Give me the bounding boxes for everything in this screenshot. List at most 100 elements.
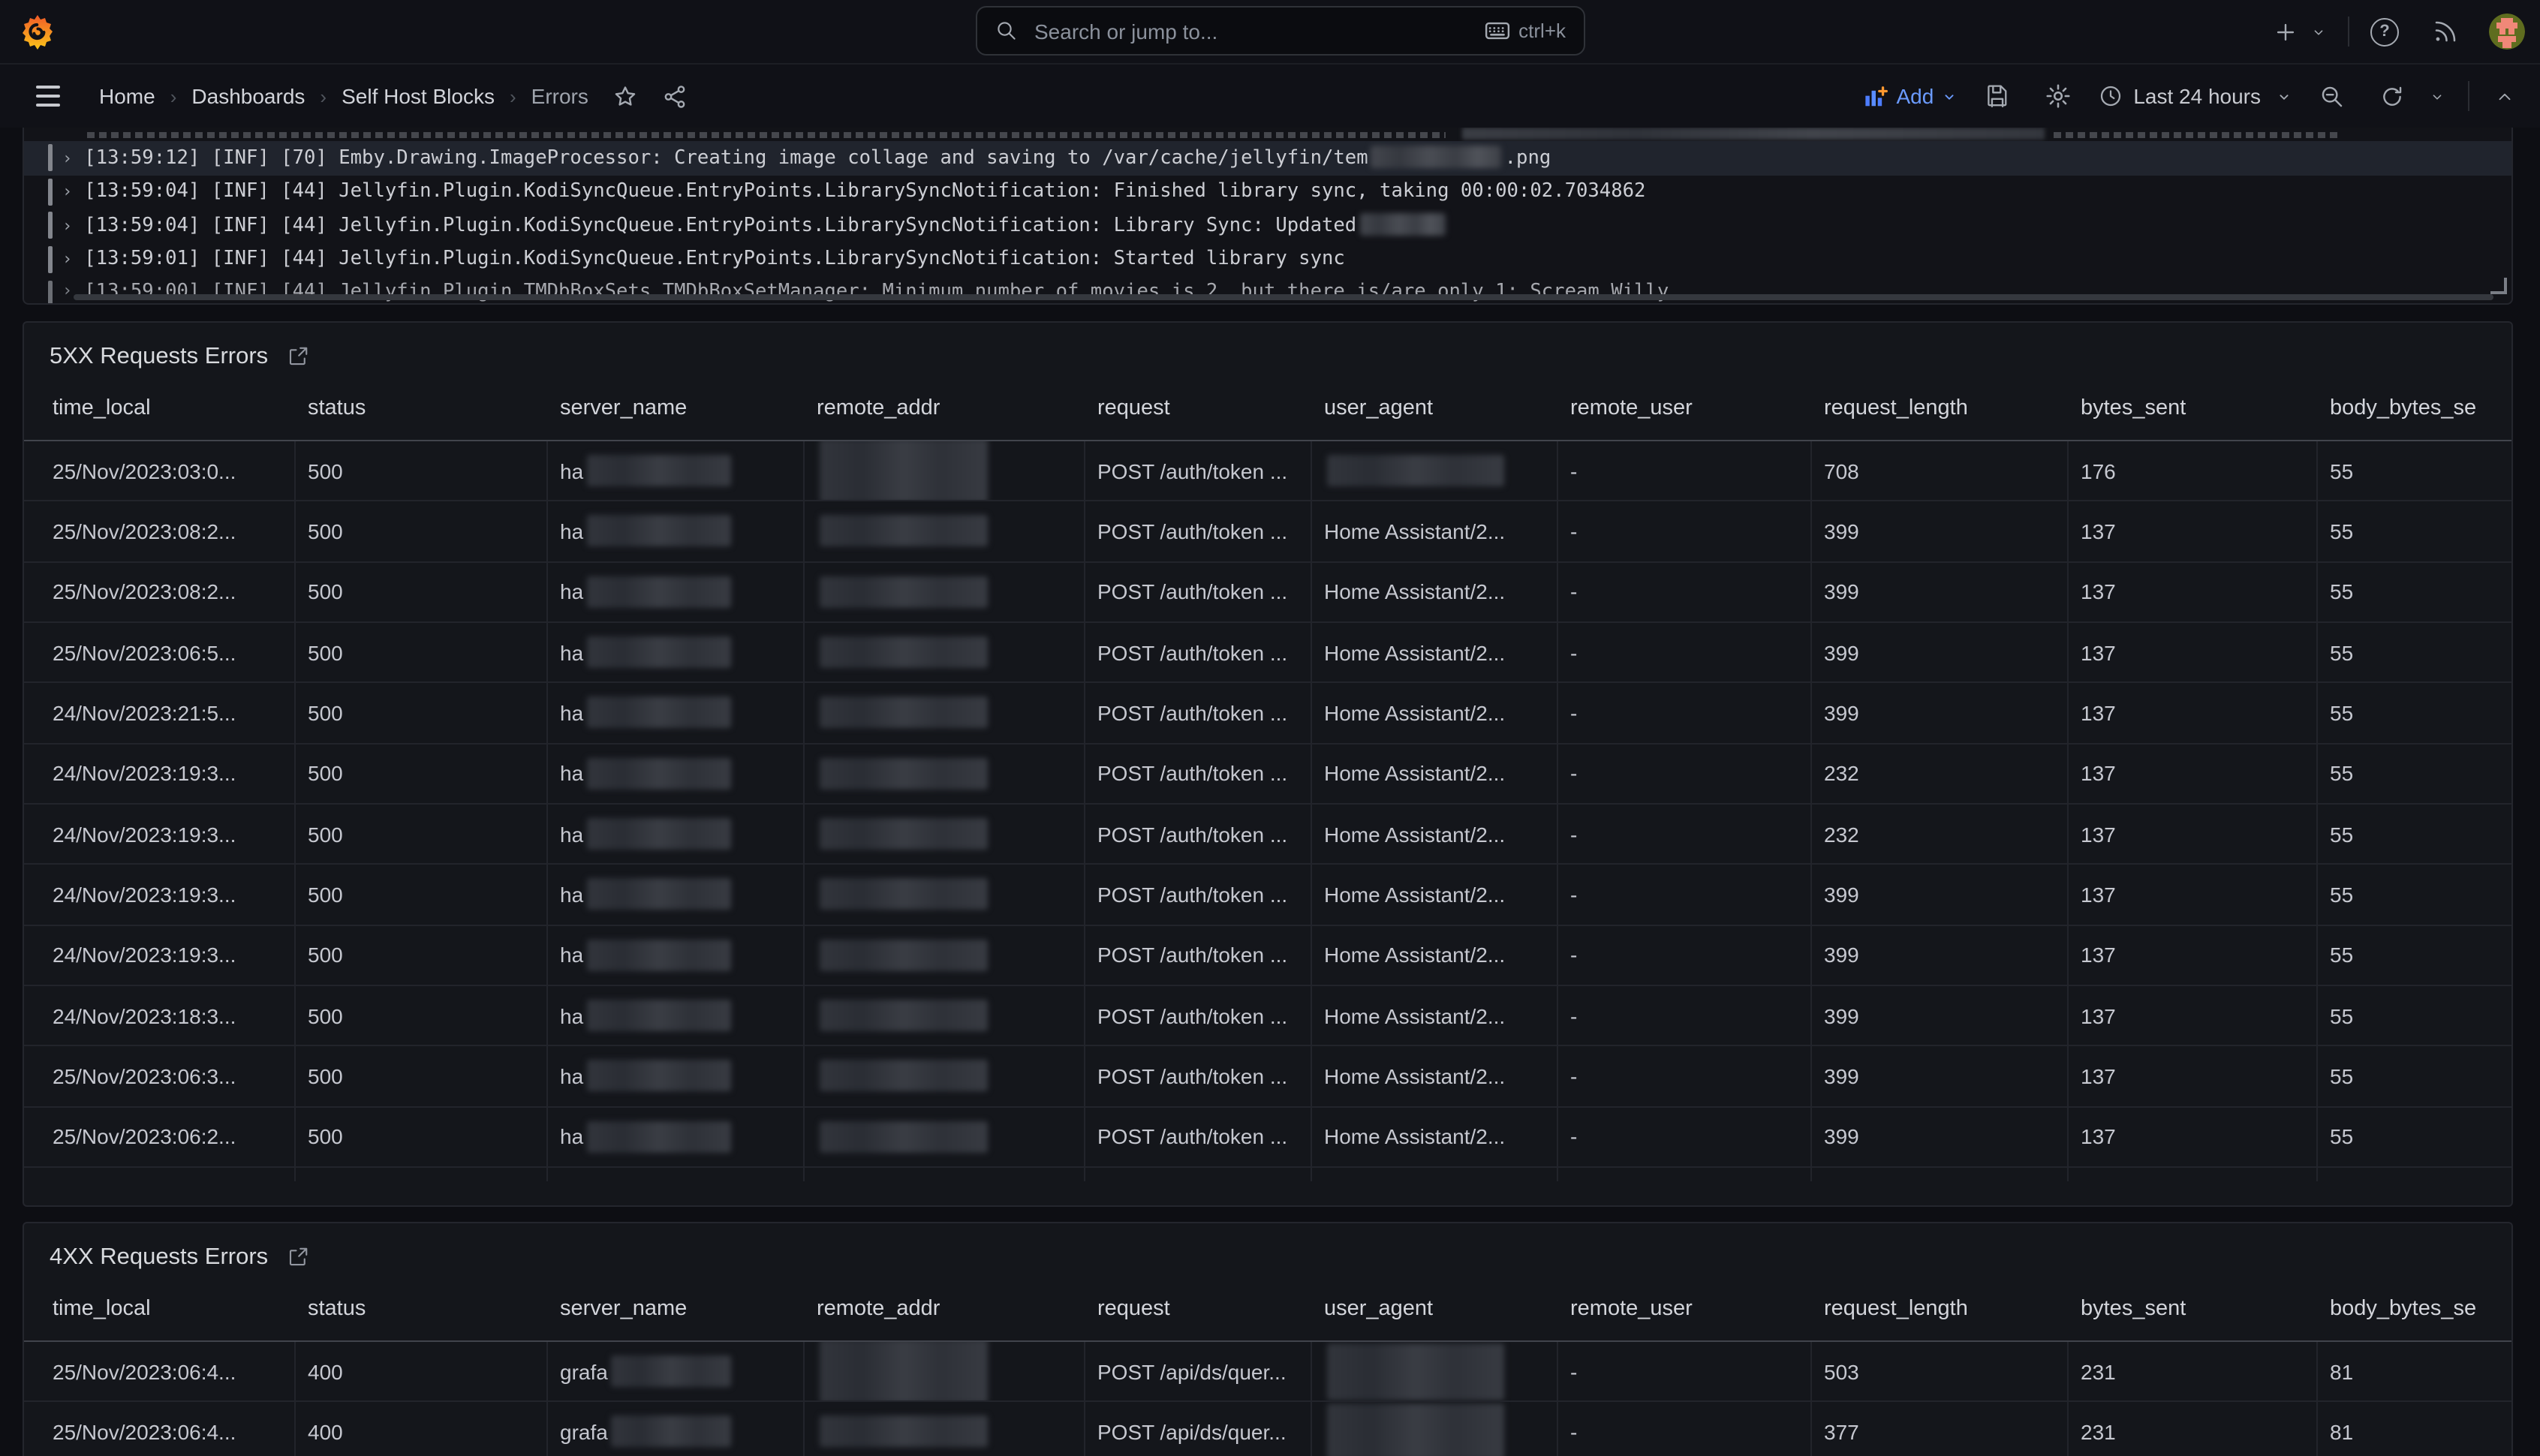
column-header-request_length[interactable]: request_length <box>1812 1297 2069 1321</box>
log-expand-chevron-icon[interactable]: › <box>62 216 72 236</box>
cell-user_agent: Home Assistant/2... <box>1312 925 1558 985</box>
breadcrumb-item-self-host-blocks[interactable]: Self Host Blocks <box>342 84 495 108</box>
grafana-logo[interactable] <box>20 14 56 50</box>
menu-toggle[interactable] <box>30 80 66 113</box>
table-row: 25/Nov/2023:06:4...400grafaPOST /api/ds/… <box>24 1342 2511 1403</box>
cell-bytes_sent: 137 <box>2069 925 2318 985</box>
favorite-star-button[interactable] <box>612 83 638 109</box>
log-expand-chevron-icon[interactable]: › <box>62 281 72 300</box>
column-header-server_name[interactable]: server_name <box>548 1297 805 1321</box>
time-range-picker[interactable]: Last 24 hours <box>2099 84 2292 108</box>
cell-server_name: grafa <box>548 1342 805 1401</box>
table-row: 24/Nov/2023:21:5...500haPOST /auth/token… <box>24 684 2511 745</box>
save-dashboard-button[interactable] <box>1977 76 2018 116</box>
breadcrumb-item-home[interactable]: Home <box>99 84 155 108</box>
search-shortcut: ctrl+k <box>1484 20 1566 42</box>
column-header-status[interactable]: status <box>296 396 548 420</box>
search-icon <box>995 20 1018 42</box>
cell-user_agent: Home Assistant/2... <box>1312 684 1558 743</box>
log-row[interactable]: › [13:59:04] [INF] [44] Jellyfin.Plugin.K… <box>24 175 2511 209</box>
new-button[interactable] <box>2267 13 2304 50</box>
cell-user_agent: Home Assistant/2... <box>1312 805 1558 864</box>
topbar-actions: ? <box>2267 0 2525 63</box>
cell-remote_user: - <box>1558 1403 1812 1456</box>
column-header-server_name[interactable]: server_name <box>548 396 805 420</box>
redacted-block <box>820 879 988 910</box>
log-row[interactable]: ›[13:59:04] [INF] [44] Jellyfin.Plugin.K… <box>24 209 2511 242</box>
external-link-icon[interactable] <box>286 345 308 368</box>
column-header-remote_user[interactable]: remote_user <box>1558 1297 1812 1321</box>
zoom-out-time-button[interactable] <box>2312 76 2352 116</box>
refresh-button[interactable] <box>2372 76 2412 116</box>
new-menu-caret[interactable] <box>2304 17 2333 46</box>
column-header-remote_addr[interactable]: remote_addr <box>805 1297 1085 1321</box>
cell-user_agent: Home Assistant/2... <box>1312 986 1558 1045</box>
top-bar: ctrl+k ? <box>0 0 2540 63</box>
cell-time_local: 24/Nov/2023:19:3... <box>24 865 296 925</box>
column-header-user_agent[interactable]: user_agent <box>1312 1297 1558 1321</box>
cell-server_name: ha <box>548 441 805 501</box>
log-line-text: .png <box>1505 147 1551 170</box>
share-button[interactable] <box>662 83 688 109</box>
log-expand-chevron-icon[interactable]: › <box>62 182 72 202</box>
refresh-interval-caret[interactable] <box>2421 80 2453 112</box>
user-avatar[interactable] <box>2489 14 2525 50</box>
dashboard-settings-button[interactable] <box>2037 75 2079 117</box>
panel-title[interactable]: 5XX Requests Errors <box>50 343 268 370</box>
cell-request: POST /auth/token ... <box>1085 986 1312 1045</box>
log-row[interactable]: ›[13:59:00] [INF] [44] Jellyfin.Plugin.T… <box>24 276 2511 305</box>
column-header-bytes_sent[interactable]: bytes_sent <box>2069 1297 2318 1321</box>
log-line-text: [13:59:04] [INF] [44] Jellyfin.Plugin.Ko… <box>84 181 1645 203</box>
refresh-icon <box>2379 83 2405 109</box>
topbar-divider <box>2348 17 2349 47</box>
stub-cell <box>296 1168 548 1182</box>
column-header-body_bytes_se[interactable]: body_bytes_se <box>2318 396 2511 420</box>
breadcrumb-item-errors[interactable]: Errors <box>531 84 588 108</box>
column-header-remote_addr[interactable]: remote_addr <box>805 396 1085 420</box>
column-header-request[interactable]: request <box>1085 1297 1312 1321</box>
cell-bytes_sent: 137 <box>2069 684 2318 743</box>
log-row[interactable]: ›[13:59:01] [INF] [44] Jellyfin.Plugin.K… <box>24 242 2511 276</box>
column-header-time_local[interactable]: time_local <box>24 1297 296 1321</box>
redacted-block <box>820 758 988 790</box>
column-header-status[interactable]: status <box>296 1297 548 1321</box>
stub-cell <box>24 1168 296 1182</box>
log-expand-chevron-icon[interactable]: › <box>62 149 72 168</box>
cell-remote_addr <box>805 623 1085 682</box>
column-header-request[interactable]: request <box>1085 396 1312 420</box>
cell-request: POST /auth/token ... <box>1085 623 1312 682</box>
news-button[interactable] <box>2426 12 2465 51</box>
panel-resize-handle[interactable] <box>2490 278 2507 294</box>
log-expand-chevron-icon[interactable]: › <box>62 250 72 269</box>
cell-server_name: grafa <box>548 1403 805 1456</box>
column-header-body_bytes_se[interactable]: body_bytes_se <box>2318 1297 2511 1321</box>
cell-request_length: 503 <box>1812 1342 2069 1401</box>
search-bar[interactable]: ctrl+k <box>976 6 1585 56</box>
breadcrumb-item-dashboards[interactable]: Dashboards <box>191 84 305 108</box>
search-input[interactable] <box>1031 17 1484 44</box>
cell-server_name: ha <box>548 562 805 621</box>
logs-horizontal-scrollbar[interactable] <box>74 294 2493 300</box>
external-link-icon[interactable] <box>286 1246 308 1268</box>
breadcrumb-separator: › <box>320 85 327 107</box>
column-header-user_agent[interactable]: user_agent <box>1312 396 1558 420</box>
cell-time_local: 25/Nov/2023:08:2... <box>24 502 296 561</box>
column-header-time_local[interactable]: time_local <box>24 396 296 420</box>
column-header-bytes_sent[interactable]: bytes_sent <box>2069 396 2318 420</box>
column-header-request_length[interactable]: request_length <box>1812 396 2069 420</box>
help-button[interactable]: ? <box>2364 11 2405 52</box>
add-panel-button[interactable]: Add <box>1863 84 1958 108</box>
column-header-remote_user[interactable]: remote_user <box>1558 396 1812 420</box>
redacted-block <box>586 1000 730 1031</box>
collapse-toolbar-button[interactable] <box>2487 79 2522 113</box>
chevron-down-icon <box>2276 88 2292 104</box>
log-row[interactable]: ›[13:59:12] [INF] [70] Emby.Drawing.Imag… <box>24 141 2511 175</box>
table-row: 25/Nov/2023:06:4...400grafaPOST /api/ds/… <box>24 1403 2511 1456</box>
cell-bytes_sent: 137 <box>2069 986 2318 1045</box>
cell-server_name: ha <box>548 502 805 561</box>
stub-cell <box>1312 1168 1558 1182</box>
redacted-block <box>586 879 730 910</box>
cell-user_agent <box>1312 1342 1558 1401</box>
cell-status: 500 <box>296 502 548 561</box>
panel-title[interactable]: 4XX Requests Errors <box>50 1244 268 1271</box>
